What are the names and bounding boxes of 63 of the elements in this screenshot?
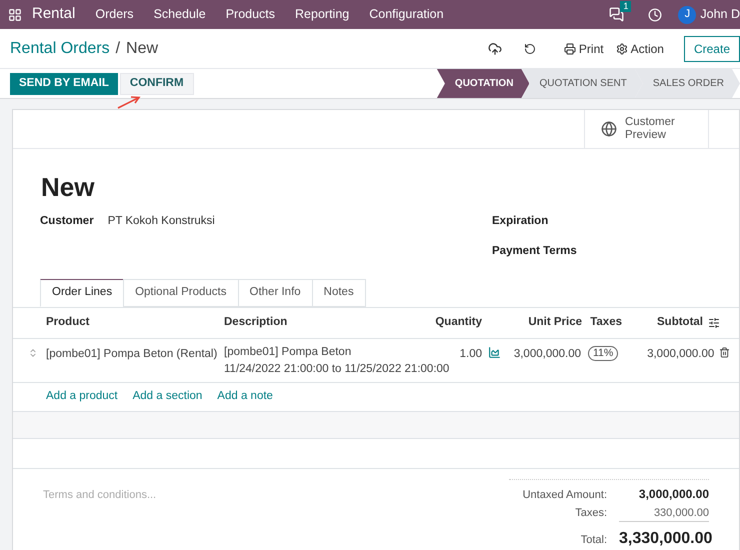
user-name[interactable]: John D (700, 5, 740, 24)
gear-icon (616, 42, 628, 54)
user-avatar[interactable]: J (678, 6, 696, 24)
tab[interactable]: Order Lines (40, 278, 124, 306)
add-line-link[interactable]: Add a product (46, 388, 118, 406)
tab[interactable]: Other Info (238, 278, 313, 306)
status-stage[interactable]: SALES ORDER (634, 69, 740, 98)
add-line-link[interactable]: Add a note (217, 388, 273, 406)
column-header[interactable]: Unit Price (482, 314, 582, 332)
print-button[interactable]: Print (564, 40, 604, 58)
menu-item[interactable]: Configuration (369, 5, 444, 24)
record-title: New (41, 171, 94, 203)
clock-icon[interactable] (648, 8, 662, 22)
save-icon[interactable] (488, 42, 502, 56)
app-menu-icon[interactable] (8, 8, 22, 22)
create-button[interactable]: Create (684, 36, 740, 62)
menu-item[interactable]: Schedule (154, 5, 206, 24)
send-email-button[interactable]: SEND BY EMAIL (10, 72, 118, 94)
globe-icon (601, 121, 617, 137)
menu-item[interactable]: Products (226, 5, 276, 24)
column-header[interactable]: Taxes (582, 314, 622, 332)
action-button[interactable]: Action (616, 40, 664, 58)
printer-icon (564, 42, 576, 54)
delete-icon[interactable] (719, 346, 730, 358)
column-header[interactable]: Product (46, 314, 224, 332)
message-count-badge: 1 (620, 1, 632, 12)
field-label: Expiration (492, 214, 550, 229)
customer-preview-button[interactable]: Customer Preview (584, 110, 709, 148)
table-cell-text: [pombe01] Pompa Beton 11/24/2022 21:00:00 to 11/25/2022 21:00:00 (224, 344, 450, 376)
status-stage[interactable]: QUOTATION SENT (521, 69, 643, 98)
breadcrumb-link[interactable]: Rental Orders (10, 36, 110, 60)
customer-field[interactable]: PT Kokoh Konstruksi (108, 213, 215, 230)
table-cell-text: [pombe01] Pompa Beton (Rental) (46, 346, 218, 362)
confirm-button[interactable]: CONFIRM (120, 72, 194, 94)
table-cell-text: 1.00 (458, 346, 482, 362)
breadcrumb-current: New (126, 38, 158, 58)
add-line-link[interactable]: Add a section (132, 388, 202, 406)
total-value: 3,000,000.00 (638, 486, 709, 502)
field-label: Payment Terms (492, 244, 578, 260)
messages-icon[interactable] (609, 7, 624, 22)
forecast-chart-icon[interactable] (488, 346, 501, 358)
column-header[interactable]: Description (224, 314, 414, 332)
column-header[interactable]: Subtotal (622, 314, 703, 332)
menu-item[interactable]: Reporting (295, 5, 350, 24)
app-name[interactable]: Rental (32, 3, 76, 26)
tax-tag: 11% (588, 346, 618, 360)
column-options-icon[interactable] (708, 316, 720, 328)
annotation-arrow (117, 95, 141, 109)
field-label: Customer (40, 214, 94, 229)
tab[interactable]: Optional Products (123, 278, 239, 306)
tab[interactable]: Notes (312, 278, 366, 306)
discard-icon[interactable] (524, 42, 536, 54)
menu-item[interactable]: Orders (95, 5, 134, 24)
table-cell-text: 3,000,000.00 (512, 346, 581, 362)
total-value: 330,000.00 (619, 504, 709, 522)
status-stage[interactable]: QUOTATION (436, 69, 530, 98)
total-label: Total: (580, 532, 608, 548)
total-label: Taxes: (574, 506, 608, 520)
total-label: Untaxed Amount: (522, 488, 608, 502)
breadcrumb-current: / (116, 38, 120, 58)
table-cell-text: 3,000,000.00 (646, 346, 714, 362)
drag-handle-icon[interactable] (28, 348, 38, 358)
column-header[interactable]: Quantity (414, 314, 482, 332)
